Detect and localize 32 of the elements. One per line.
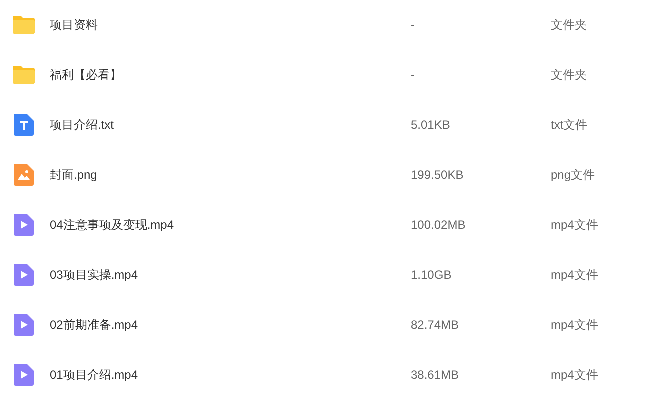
file-size: 5.01KB [411,118,450,132]
video-file-icon [14,264,34,286]
file-type: 文件夹 [551,67,587,84]
file-size: 38.61MB [411,368,460,382]
file-size: 100.02MB [411,218,466,232]
file-type: mp4文件 [551,367,598,384]
image-file-icon [14,164,34,186]
file-size: - [411,18,415,32]
video-file-icon [14,214,34,236]
file-type: mp4文件 [551,217,598,234]
file-name[interactable]: 04注意事项及变现.mp4 [50,218,174,232]
file-name[interactable]: 03项目实操.mp4 [50,268,138,282]
folder-icon [12,65,36,85]
video-file-icon [14,364,34,386]
file-type: 文件夹 [551,17,587,34]
video-file-icon [14,314,34,336]
file-name[interactable]: 项目介绍.txt [50,118,114,132]
file-size: 199.50KB [411,168,464,182]
file-type: txt文件 [551,117,588,134]
file-name[interactable]: 福利【必看】 [50,68,122,82]
file-type: mp4文件 [551,317,598,334]
file-size: - [411,68,415,82]
file-name[interactable]: 项目资料 [50,18,98,32]
file-type: png文件 [551,167,596,184]
file-name[interactable]: 01项目介绍.mp4 [50,368,138,382]
folder-icon [12,15,36,35]
file-name[interactable]: 02前期准备.mp4 [50,318,138,332]
file-size: 82.74MB [411,318,460,332]
file-size: 1.10GB [411,268,452,282]
text-file-icon [14,114,34,136]
file-name[interactable]: 封面.png [50,168,98,182]
file-type: mp4文件 [551,267,598,284]
